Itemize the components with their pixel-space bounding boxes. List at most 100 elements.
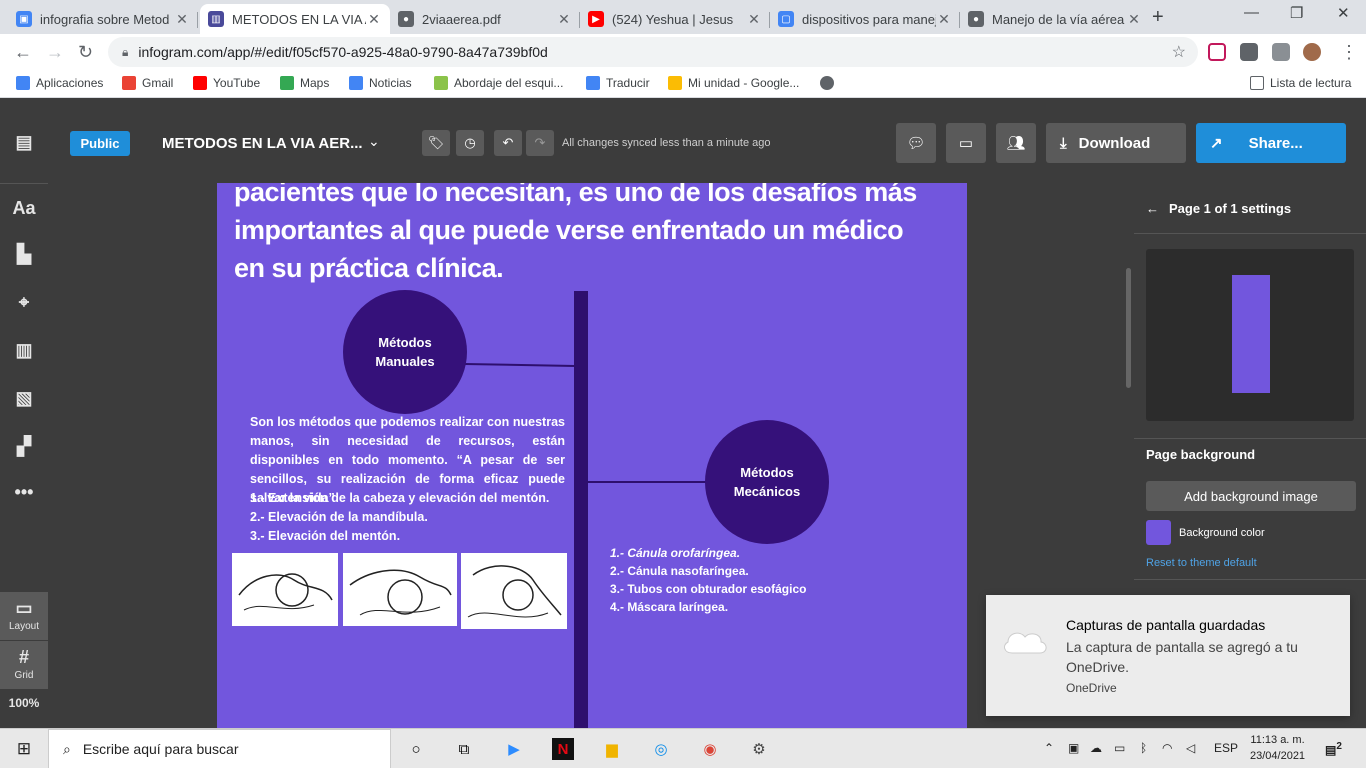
comment-icon[interactable]: 💬︎ [896,123,936,163]
new-tab-icon[interactable]: + [1152,6,1164,29]
infographic-canvas[interactable]: pacientes que lo necesitan, es uno de lo… [217,183,967,728]
browser-tab[interactable]: ▢ dispositivos para manej ✕ [770,4,960,34]
mechanical-methods-list[interactable]: 1.- Cánula orofaríngea. 2.- Cánula nasof… [610,544,940,616]
present-icon[interactable]: ▭ [946,123,986,163]
taskbar-search[interactable]: ⌕ Escribe aquí para buscar [48,729,391,768]
doc-icon: ▢ [778,11,794,27]
file-explorer-icon[interactable]: ▆ [601,738,623,760]
close-icon[interactable]: ✕ [1126,11,1142,28]
history-clock-icon[interactable]: ◷ [456,130,484,156]
workspace-scrollbar[interactable] [1126,268,1131,388]
bookmark-apps[interactable]: Aplicaciones [16,76,103,90]
illustration-chin-lift[interactable] [461,553,567,629]
zoom-app-icon[interactable]: ▶ [503,738,525,760]
browser-tab[interactable]: ● Manejo de la vía aérea ✕ [960,4,1150,34]
panel-header[interactable]: ← Page 1 of 1 settings [1146,201,1291,216]
download-label: Download [1078,134,1151,152]
forward-icon[interactable]: → [46,42,64,63]
notification-count: 2 [1336,741,1342,752]
close-icon[interactable]: ✕ [556,11,572,28]
page-thumbnail[interactable] [1232,275,1270,393]
bookmark-maps[interactable]: Maps [280,76,329,90]
bookmark-youtube[interactable]: YouTube [193,76,260,90]
bookmark-abordaje[interactable]: Abordaje del esqui... [434,76,563,90]
language-indicator[interactable]: ESP [1214,741,1238,755]
redo-icon[interactable]: ↷ [526,130,554,156]
restore-icon[interactable]: ❐ [1290,4,1303,22]
grid-button[interactable]: # Grid [0,641,48,689]
layout-blocks-icon[interactable]: ▥ [0,340,48,361]
download-button[interactable]: ⤓ Download [1046,123,1186,163]
notification-center-icon[interactable]: ▤2 [1325,741,1342,757]
text-tool-icon[interactable]: Aa [0,198,48,219]
netflix-icon[interactable]: N [552,738,574,760]
extension-icon[interactable] [1208,43,1226,61]
chevron-down-icon[interactable]: ⌄ [368,133,380,150]
reload-icon[interactable]: ↻ [78,42,93,63]
public-button[interactable]: Public [70,131,130,156]
add-background-image-button[interactable]: Add background image [1146,481,1356,511]
layout-button[interactable]: ▭ Layout [0,592,48,640]
bookmark-gmail[interactable]: Gmail [122,76,173,90]
system-clock[interactable]: 11:13 a. m. 23/04/2021 [1250,732,1305,764]
battery-icon[interactable]: ▭ [1114,741,1125,755]
share-button[interactable]: ↗ Share... [1196,123,1346,163]
browser-tab[interactable]: ▶ (524) Yeshua | Jesus ✕ [580,4,770,34]
undo-icon[interactable]: ↶ [494,130,522,156]
menu-dots-icon[interactable]: ⋮ [1340,42,1358,63]
image-tool-icon[interactable]: ▧ [0,388,48,409]
circle-mechanical-methods[interactable]: Métodos Mecánicos [705,420,829,544]
chart-tool-icon[interactable]: ▙ [0,244,48,265]
browser-tab[interactable]: ▣ infografia sobre Metod ✕ [8,4,198,34]
back-icon[interactable]: ← [14,42,32,63]
reset-theme-link[interactable]: Reset to theme default [1146,557,1257,569]
background-color-swatch[interactable] [1146,520,1171,545]
windows-taskbar: ⊞ ⌕ Escribe aquí para buscar ○ ⧉ ▶ N ▆ ◎… [0,728,1366,768]
close-icon[interactable]: ✕ [936,11,952,28]
manual-methods-list[interactable]: 1.- Extensión de la cabeza y elevación d… [250,489,580,546]
illustration-jaw-thrust[interactable] [343,553,457,626]
minimize-icon[interactable]: — [1244,4,1259,21]
shapes-tool-icon[interactable]: ▞ [0,436,48,457]
map-tool-icon[interactable]: ⌖ [0,292,48,313]
more-icon[interactable]: ••• [0,482,48,503]
inbox-icon[interactable]: ▤ [0,132,48,153]
volume-icon[interactable]: ◁ [1186,741,1195,755]
circle-manual-methods[interactable]: Métodos Manuales [343,290,467,414]
onedrive-cloud-icon[interactable]: ☁ [1090,741,1102,755]
zoom-level[interactable]: 100% [0,696,48,710]
window-close-icon[interactable]: ✕ [1337,4,1350,22]
cortana-icon[interactable]: ○ [405,738,427,760]
close-icon[interactable]: ✕ [366,11,382,28]
collaborators-icon[interactable]: 👥︎ [996,123,1036,163]
bookmark-drive[interactable]: Mi unidad - Google... [668,76,799,90]
avatar[interactable] [1303,43,1321,61]
task-view-icon[interactable]: ⧉ [453,738,475,760]
bookmark-globe[interactable] [820,76,840,90]
settings-gear-icon[interactable]: ⚙ [748,738,770,760]
omnibox[interactable]: 🔒︎ infogram.com/app/#/edit/f05cf570-a925… [108,37,1198,67]
edge-icon[interactable]: ◎ [650,738,672,760]
illustration-head-tilt[interactable] [232,553,338,626]
close-icon[interactable]: ✕ [174,11,190,28]
heading-text[interactable]: pacientes que lo necesitan, es uno de lo… [234,183,934,287]
bookmark-star-icon[interactable]: ☆ [1172,42,1186,62]
back-arrow-icon[interactable]: ← [1146,201,1159,216]
browser-tab[interactable]: ● 2viaaerea.pdf ✕ [390,4,580,34]
windows-start-icon[interactable]: ⊞ [13,738,35,760]
extensions-puzzle-icon[interactable] [1240,43,1258,61]
tray-chevron-up-icon[interactable]: ⌃ [1044,741,1054,755]
reading-list[interactable]: Lista de lectura [1250,76,1351,90]
tag-icon[interactable]: 🏷︎ [422,130,450,156]
wifi-icon[interactable]: ◠ [1162,741,1172,755]
bookmark-translate[interactable]: Traducir [586,76,650,90]
document-title[interactable]: METODOS EN LA VIA AER... [162,135,363,152]
chrome-icon[interactable]: ◉ [699,738,721,760]
bookmark-news[interactable]: Noticias [349,76,412,90]
close-icon[interactable]: ✕ [746,11,762,28]
onedrive-notification[interactable]: Capturas de pantalla guardadas La captur… [986,595,1350,716]
media-queue-icon[interactable] [1272,43,1290,61]
bluetooth-icon[interactable]: ᛒ [1140,741,1147,755]
browser-tab-active[interactable]: ▥ METODOS EN LA VIA A ✕ [200,4,390,34]
tray-app-icon[interactable]: ▣ [1068,741,1079,755]
